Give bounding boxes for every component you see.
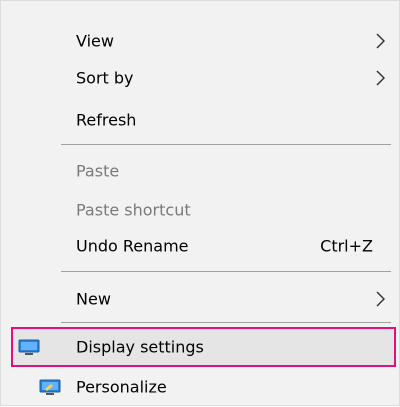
menu-item-label: New [76, 289, 111, 309]
menu-item-undo-rename[interactable]: Undo Rename Ctrl+Z [1, 226, 400, 266]
chevron-right-icon [376, 70, 385, 86]
menu-item-sort-by[interactable]: Sort by [1, 58, 400, 98]
menu-separator [61, 144, 391, 145]
chevron-right-icon [376, 33, 385, 49]
menu-item-new[interactable]: New [1, 279, 400, 319]
menu-separator [61, 271, 391, 272]
chevron-right-icon [376, 291, 385, 307]
menu-item-label: Paste shortcut [76, 200, 191, 220]
menu-item-paste[interactable]: Paste [1, 151, 400, 191]
menu-item-label: Display settings [76, 337, 204, 357]
menu-item-label: Sort by [76, 68, 134, 88]
personalize-icon [39, 379, 61, 395]
menu-item-label: Paste [76, 161, 120, 181]
menu-item-display-settings[interactable]: Display settings [11, 327, 396, 367]
menu-item-label: Personalize [76, 377, 167, 397]
menu-item-personalize[interactable]: Personalize [1, 367, 400, 407]
menu-item-label: Refresh [76, 110, 137, 130]
menu-item-paste-shortcut[interactable]: Paste shortcut [1, 190, 400, 230]
monitor-icon [18, 339, 40, 355]
menu-separator [61, 322, 391, 323]
menu-item-shortcut: Ctrl+Z [320, 236, 373, 256]
menu-item-label: Undo Rename [76, 236, 189, 256]
menu-item-label: View [76, 31, 114, 51]
menu-item-view[interactable]: View [1, 21, 400, 61]
desktop-context-menu: View Sort by Refresh Paste Paste shortcu… [0, 0, 400, 406]
menu-item-refresh[interactable]: Refresh [1, 100, 400, 140]
